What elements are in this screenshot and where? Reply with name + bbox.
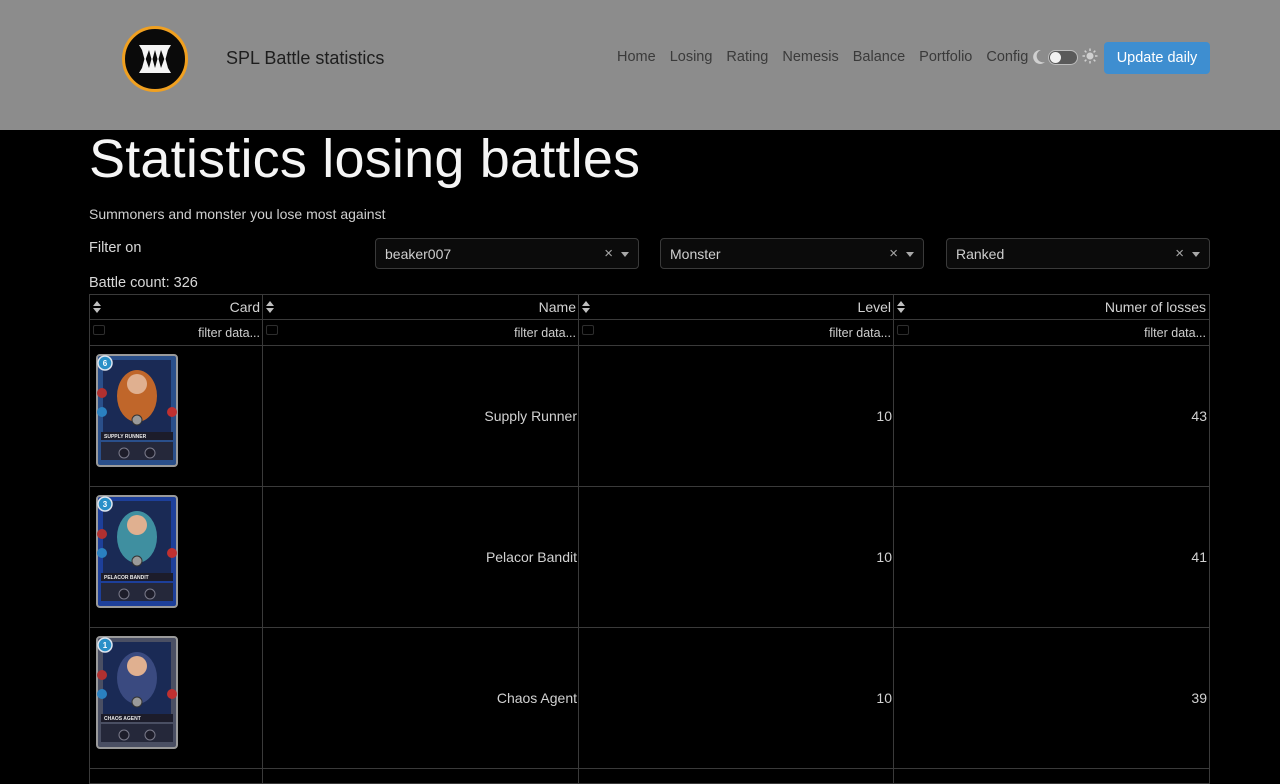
nav-nemesis[interactable]: Nemesis (782, 49, 838, 65)
account-select[interactable]: beaker007 × (375, 238, 639, 269)
losses-cell: 43 (894, 346, 1209, 486)
table-header: Card Name Level Numer of losses (90, 295, 1209, 320)
name-cell: Chaos Agent (263, 628, 579, 768)
filter-cell (263, 320, 579, 345)
name-cell: Pelacor Bandit (263, 487, 579, 627)
losses-cell: 39 (894, 628, 1209, 768)
card-name: Supply Runner (484, 408, 577, 424)
svg-text:1: 1 (103, 641, 108, 650)
svg-text:SUPPLY RUNNER: SUPPLY RUNNER (104, 434, 147, 440)
card-image[interactable]: CHAOS AGENT 1 (96, 636, 178, 749)
type-select[interactable]: Monster × (660, 238, 924, 269)
svg-text:6: 6 (103, 359, 108, 368)
page-title: Statistics losing battles (89, 129, 641, 189)
nav-rating[interactable]: Rating (726, 49, 768, 65)
svg-text:3: 3 (103, 500, 108, 509)
brand-title[interactable]: SPL Battle statistics (226, 48, 384, 69)
card-image[interactable]: SUPPLY RUNNER 6 (96, 354, 178, 467)
sort-icon[interactable] (266, 301, 274, 313)
nav-balance[interactable]: Balance (853, 49, 905, 65)
nav-config[interactable]: Config (986, 49, 1028, 65)
level-cell: 10 (579, 487, 894, 627)
card-name: Chaos Agent (496, 690, 577, 706)
account-select-value: beaker007 (385, 246, 452, 262)
filter-cell (894, 320, 1209, 345)
table-row[interactable]: PELACOR BANDIT 3 Pelacor Bandit 10 41 (90, 487, 1209, 628)
filter-name-input[interactable] (426, 324, 576, 342)
header-level[interactable]: Level (579, 295, 894, 319)
header-losses[interactable]: Numer of losses (894, 295, 1209, 319)
svg-text:CHAOS AGENT: CHAOS AGENT (104, 716, 141, 722)
level-cell: 10 (579, 346, 894, 486)
type-select-value: Monster (670, 246, 721, 262)
clear-icon[interactable]: × (1175, 245, 1184, 262)
card-losses: 43 (1191, 408, 1207, 424)
filter-losses-input[interactable] (1056, 324, 1206, 342)
card-level: 10 (876, 408, 892, 424)
header-label: Numer of losses (1104, 299, 1206, 315)
header-label: Level (857, 299, 891, 315)
chevron-down-icon[interactable] (906, 252, 914, 257)
table-row[interactable]: SUPPLY RUNNER 6 Supply Runner 10 43 (90, 346, 1209, 487)
level-cell: 10 (579, 628, 894, 768)
losses-table: Card Name Level Numer of losses filter d… (89, 294, 1210, 784)
update-daily-button[interactable]: Update daily (1104, 42, 1210, 74)
filter-level-input[interactable] (741, 324, 891, 342)
filter-type-icon[interactable] (93, 325, 105, 335)
moon-icon (1033, 49, 1045, 64)
card-cell: CHAOS AGENT 1 (90, 628, 263, 768)
filter-type-icon[interactable] (266, 325, 278, 335)
losses-cell: 41 (894, 487, 1209, 627)
sort-icon[interactable] (93, 301, 101, 313)
filter-label: Filter on (89, 240, 142, 256)
header-label: Name (538, 299, 576, 315)
card-level: 10 (876, 549, 892, 565)
card-cell: PELACOR BANDIT 3 (90, 487, 263, 627)
filter-cell (579, 320, 894, 345)
card-losses: 39 (1191, 690, 1207, 706)
chevron-down-icon[interactable] (621, 252, 629, 257)
main-nav: Home Losing Rating Nemesis Balance Portf… (617, 49, 1028, 65)
format-select[interactable]: Ranked × (946, 238, 1210, 269)
header-label: Card (229, 299, 260, 315)
nav-home[interactable]: Home (617, 49, 656, 65)
table-row[interactable]: CHAOS AGENT 1 Chaos Agent 10 39 (90, 628, 1209, 769)
clear-icon[interactable]: × (889, 245, 898, 262)
table-filter-row (90, 320, 1209, 346)
navbar: SPL Battle statistics Home Losing Rating… (0, 0, 1280, 130)
name-cell: Supply Runner (263, 346, 579, 486)
filter-type-icon[interactable] (897, 325, 909, 335)
card-cell: SUPPLY RUNNER 6 (90, 346, 263, 486)
chevron-down-icon[interactable] (1192, 252, 1200, 257)
filter-cell (90, 320, 263, 345)
filter-type-icon[interactable] (582, 325, 594, 335)
nav-losing[interactable]: Losing (670, 49, 713, 65)
svg-text:PELACOR BANDIT: PELACOR BANDIT (104, 575, 149, 581)
card-level: 10 (876, 690, 892, 706)
header-card[interactable]: Card (90, 295, 263, 319)
switch-knob (1050, 52, 1061, 63)
filter-card-input[interactable] (110, 324, 260, 342)
sort-icon[interactable] (897, 301, 905, 313)
battle-count: Battle count: 326 (89, 275, 198, 291)
fangs-logo-icon (139, 45, 171, 73)
theme-toggle[interactable] (1032, 48, 1098, 68)
logo[interactable] (122, 26, 188, 92)
card-image[interactable]: PELACOR BANDIT 3 (96, 495, 178, 608)
sort-icon[interactable] (582, 301, 590, 313)
format-select-value: Ranked (956, 246, 1005, 262)
theme-switch[interactable] (1048, 50, 1078, 65)
card-name: Pelacor Bandit (485, 549, 577, 565)
nav-portfolio[interactable]: Portfolio (919, 49, 972, 65)
sun-icon (1082, 48, 1098, 64)
card-losses: 41 (1191, 549, 1207, 565)
clear-icon[interactable]: × (604, 245, 613, 262)
page-subtitle: Summoners and monster you lose most agai… (89, 206, 386, 222)
header-name[interactable]: Name (263, 295, 579, 319)
